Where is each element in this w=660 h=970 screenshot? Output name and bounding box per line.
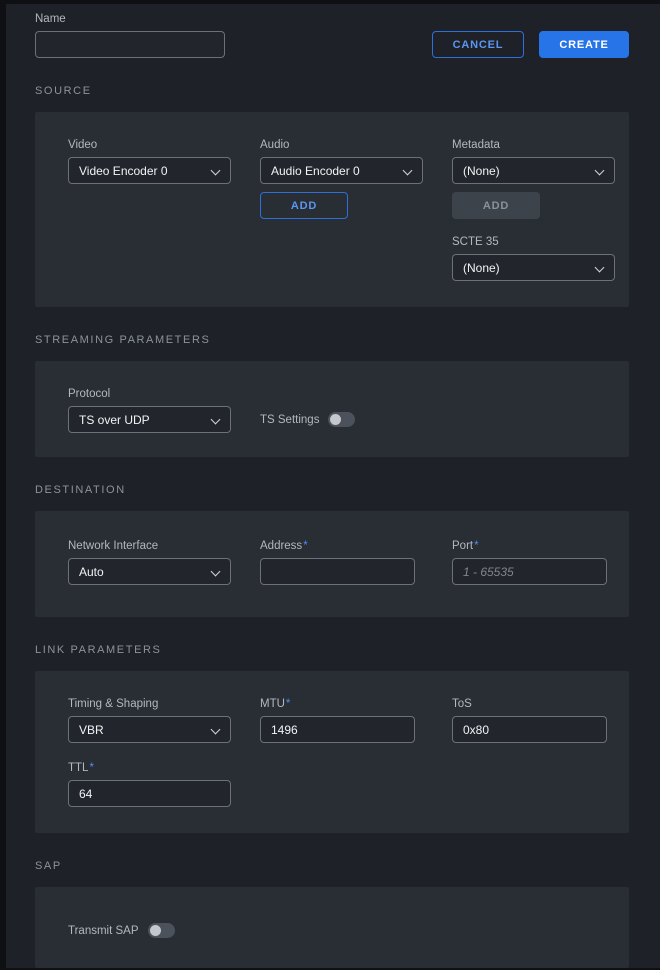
toggle-knob xyxy=(150,925,161,936)
name-label: Name xyxy=(35,12,225,26)
network-interface-select[interactable]: Auto xyxy=(68,558,231,585)
transmit-sap-toggle[interactable] xyxy=(148,923,175,938)
toggle-knob xyxy=(330,414,341,425)
audio-label: Audio xyxy=(260,138,452,152)
source-panel: Video Video Encoder 0 Audio Audio Encode… xyxy=(35,112,629,307)
video-field: Video Video Encoder 0 xyxy=(68,138,260,184)
port-label: Port* xyxy=(452,539,607,553)
create-button[interactable]: CREATE xyxy=(539,31,629,58)
chevron-down-icon xyxy=(403,166,413,176)
metadata-add-button: ADD xyxy=(452,192,540,219)
sap-heading: SAP xyxy=(35,860,629,873)
required-asterisk: * xyxy=(474,540,478,552)
streaming-parameters-panel: Protocol TS over UDP TS Settings xyxy=(35,361,629,457)
timing-shaping-select[interactable]: VBR xyxy=(68,716,231,743)
source-heading: SOURCE xyxy=(35,85,629,98)
ttl-input[interactable] xyxy=(68,780,231,807)
network-interface-field: Network Interface Auto xyxy=(68,539,260,585)
protocol-label: Protocol xyxy=(68,387,260,401)
address-label: Address* xyxy=(260,539,452,553)
destination-panel: Network Interface Auto Address* Port* xyxy=(35,511,629,617)
scte35-label: SCTE 35 xyxy=(452,235,615,249)
sap-panel: Transmit SAP xyxy=(35,887,629,968)
chevron-down-icon xyxy=(211,567,221,577)
required-asterisk: * xyxy=(89,762,93,774)
audio-select[interactable]: Audio Encoder 0 xyxy=(260,157,423,184)
port-field: Port* xyxy=(452,539,607,585)
destination-heading: DESTINATION xyxy=(35,484,629,497)
ttl-field: TTL* xyxy=(68,761,260,807)
ts-settings-label: TS Settings xyxy=(260,414,319,426)
chevron-down-icon xyxy=(211,166,221,176)
mtu-field: MTU* xyxy=(260,697,452,743)
streaming-parameters-heading: STREAMING PARAMETERS xyxy=(35,334,629,347)
link-parameters-panel: Timing & Shaping VBR MTU* ToS TTL* xyxy=(35,671,629,833)
chevron-down-icon xyxy=(595,263,605,273)
required-asterisk: * xyxy=(303,540,307,552)
timing-shaping-field: Timing & Shaping VBR xyxy=(68,697,260,743)
cancel-button[interactable]: CANCEL xyxy=(432,31,524,58)
ts-settings-toggle[interactable] xyxy=(328,412,355,427)
chevron-down-icon xyxy=(211,415,221,425)
ts-settings-row: TS Settings xyxy=(260,412,452,427)
audio-add-button[interactable]: ADD xyxy=(260,192,348,219)
video-label: Video xyxy=(68,138,260,152)
port-input[interactable] xyxy=(452,558,607,585)
chevron-down-icon xyxy=(211,725,221,735)
metadata-select[interactable]: (None) xyxy=(452,157,615,184)
ttl-label: TTL* xyxy=(68,761,260,775)
create-stream-form: Name CANCEL CREATE SOURCE Video Video En… xyxy=(6,4,660,968)
timing-shaping-label: Timing & Shaping xyxy=(68,697,260,711)
header-buttons: CANCEL CREATE xyxy=(432,31,629,58)
tos-field: ToS xyxy=(452,697,607,743)
video-select[interactable]: Video Encoder 0 xyxy=(68,157,231,184)
transmit-sap-label: Transmit SAP xyxy=(68,925,139,937)
header: Name CANCEL CREATE xyxy=(35,12,629,58)
scte35-field: SCTE 35 (None) xyxy=(452,235,615,281)
name-input[interactable] xyxy=(35,31,225,58)
link-parameters-heading: LINK PARAMETERS xyxy=(35,644,629,657)
mtu-input[interactable] xyxy=(260,716,415,743)
chevron-down-icon xyxy=(595,166,605,176)
tos-input[interactable] xyxy=(452,716,607,743)
protocol-select[interactable]: TS over UDP xyxy=(68,406,231,433)
address-field: Address* xyxy=(260,539,452,585)
name-field: Name xyxy=(35,12,225,58)
scte35-select[interactable]: (None) xyxy=(452,254,615,281)
protocol-field: Protocol TS over UDP xyxy=(68,387,260,433)
tos-label: ToS xyxy=(452,697,607,711)
metadata-field: Metadata (None) xyxy=(452,138,615,184)
mtu-label: MTU* xyxy=(260,697,452,711)
required-asterisk: * xyxy=(286,698,290,710)
address-input[interactable] xyxy=(260,558,415,585)
audio-field: Audio Audio Encoder 0 xyxy=(260,138,452,184)
network-interface-label: Network Interface xyxy=(68,539,260,553)
transmit-sap-row: Transmit SAP xyxy=(68,923,597,938)
metadata-label: Metadata xyxy=(452,138,615,152)
